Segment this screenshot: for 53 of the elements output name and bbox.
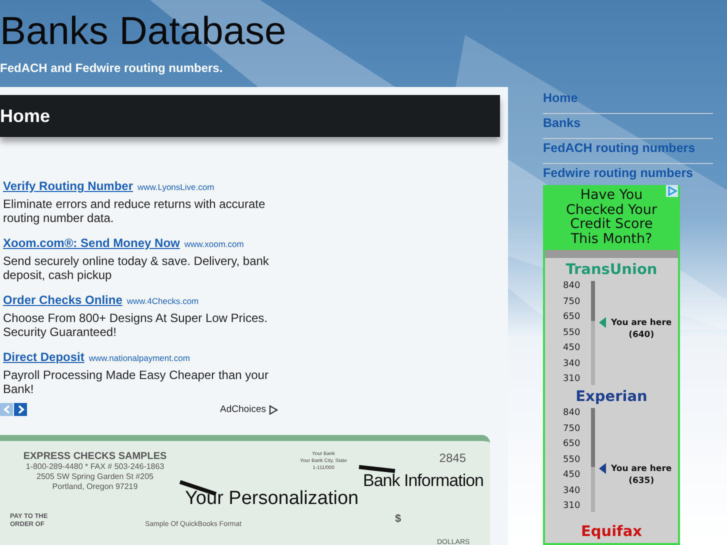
ad-headline: Have You Checked Your Credit Score This Month? [564, 188, 658, 246]
ad-url[interactable]: www.xoom.com [184, 239, 244, 249]
ad-text: Eliminate errors and reduce returns with accurate routing number data. [3, 197, 266, 225]
scale-tick: 750 [563, 424, 582, 434]
scale-tick: 840 [563, 281, 582, 292]
marker-score: (640) [628, 329, 656, 342]
ad-text: Choose From 800+ Designs At Super Low Prices. Security Guaranteed! [3, 311, 268, 339]
marker-score: (635) [628, 474, 656, 487]
site-title: Banks Database [0, 12, 286, 51]
scale-tick: 310 [563, 374, 582, 385]
bureau-name: TransUnion [564, 262, 658, 278]
adchoices-icon [666, 185, 678, 197]
scale-tick: 450 [563, 470, 582, 481]
marker-label: You are here [611, 462, 672, 475]
marker-label: You are here [611, 317, 672, 330]
scale-tick: 340 [563, 486, 582, 496]
scale-tick: 840 [563, 408, 582, 419]
ad-link[interactable]: Order Checks Online [3, 293, 122, 307]
bureau-name: Equifax [580, 524, 644, 540]
bureau-name: Experian [574, 389, 648, 405]
ad-url[interactable]: www.4Checks.com [126, 296, 199, 306]
callout-text: Bank Information [363, 471, 484, 491]
check-address: Portland, Oregon 97219 [51, 482, 139, 492]
scale-tick: 550 [563, 454, 582, 466]
dollar-sign: $ [395, 513, 402, 525]
check-address: 1-800-289-4480 * FAX # 503-246-1863 [24, 462, 166, 472]
scale-tick: 450 [563, 343, 582, 354]
ad-text: Payroll Processing Made Easy Cheaper than your Bank! [3, 368, 270, 396]
adchoices-link[interactable]: AdChoices [220, 404, 266, 415]
ad-link[interactable]: Verify Routing Number [3, 179, 134, 193]
nav-link[interactable]: Fedwire routing numbers [543, 164, 713, 188]
ad-link[interactable]: Direct Deposit [3, 350, 84, 364]
page-heading: Home [0, 95, 500, 137]
scale-tick: 750 [563, 296, 582, 308]
check-address: 2505 SW Spring Garden St #205 [36, 472, 154, 482]
ad-link[interactable]: Xoom.com®: Send Money Now [3, 236, 180, 250]
ad-text: Send securely online today & save. Delivery, bank deposit, cash pickup [3, 254, 270, 282]
adchoices-icon [269, 404, 278, 414]
ad-url[interactable]: www.LyonsLive.com [137, 182, 214, 192]
scale-tick: 340 [563, 358, 582, 370]
check-company: EXPRESS CHECKS SAMPLES [22, 451, 168, 462]
nav-link[interactable]: FedACH routing numbers [543, 139, 713, 164]
credit-score-ad[interactable]: Have You Checked Your Credit Score This Month? TransUnion 840 750 650 550 450 340 310 You are here (640) Experian 840 750 650 550 450 340 310 You are here (635) Equifax [543, 185, 680, 545]
ad-url[interactable]: www.nationalpayment.com [88, 353, 190, 363]
scale-tick: 310 [563, 501, 582, 512]
pointer-icon [599, 317, 606, 328]
scale-tick: 650 [563, 312, 582, 323]
scale-tick: 550 [563, 328, 582, 338]
scale-tick: 650 [563, 439, 582, 450]
callout-text: Your Personalization [185, 488, 359, 510]
next-button[interactable] [14, 403, 27, 416]
pointer-icon [599, 462, 606, 474]
site-tagline: FedACH and Fedwire routing numbers. [0, 61, 223, 75]
